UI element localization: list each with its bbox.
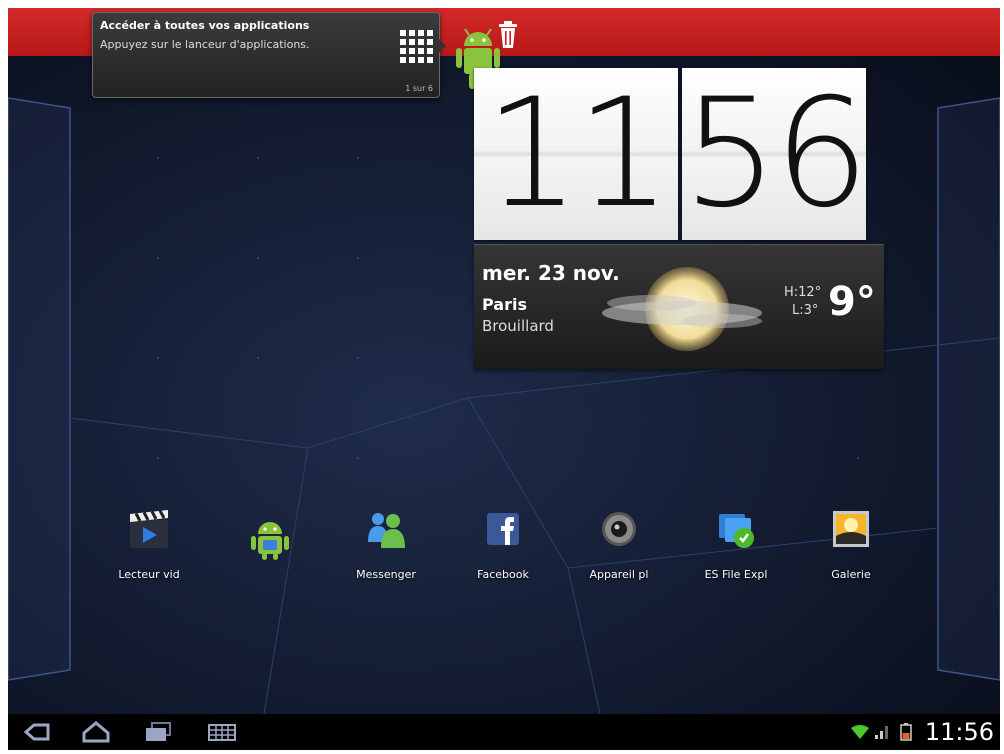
apps-launcher-tooltip: Accéder à toutes vos applications Appuye…	[92, 12, 446, 98]
app-label: Appareil pl	[589, 568, 649, 581]
app-grid-icon	[400, 30, 433, 63]
video-player-icon	[130, 509, 168, 548]
weather-city: Paris	[482, 295, 527, 314]
app-label: Galerie	[831, 568, 871, 581]
signal-icon	[875, 726, 888, 739]
app-label: Lecteur vid	[118, 568, 180, 581]
weather-condition: Brouillard	[482, 317, 554, 335]
status-clock: 11:56	[924, 718, 994, 746]
app-label: ES File Expl	[704, 568, 768, 581]
system-bar: 11:56	[8, 714, 1000, 750]
clock-weather-widget[interactable]: 11 56 mer. 23 nov. Paris Brouillard H:12…	[474, 68, 884, 376]
weather-panel: mer. 23 nov. Paris Brouillard H:12° L:3°…	[474, 244, 884, 369]
android-app-icon	[251, 522, 289, 560]
battery-icon	[900, 723, 912, 741]
clock-hours-card: 11	[474, 68, 678, 240]
keyboard-menu-icon[interactable]	[204, 720, 240, 744]
tooltip-page-indicator: 1 sur 6	[405, 84, 433, 93]
app-shortcut-facebook[interactable]: Facebook	[455, 508, 551, 581]
app-shortcut-es-file-explorer[interactable]: ES File Expl	[688, 508, 784, 581]
wifi-icon	[851, 725, 869, 739]
clock-minutes: 56	[682, 67, 870, 241]
tooltip-title: Accéder à toutes vos applications	[100, 19, 310, 32]
file-explorer-icon	[719, 514, 754, 548]
app-shortcut-video[interactable]: Lecteur vid	[101, 508, 197, 581]
back-icon[interactable]	[22, 720, 52, 744]
camera-icon	[602, 512, 636, 546]
home-icon[interactable]	[80, 720, 112, 744]
tooltip-arrow	[439, 39, 446, 53]
tablet-screen: Accéder à toutes vos applications Appuye…	[8, 8, 1000, 750]
app-shortcut-camera[interactable]: Appareil pl	[571, 508, 667, 581]
app-shortcut-messenger[interactable]: Messenger	[338, 508, 434, 581]
app-shortcut-android[interactable]	[222, 508, 318, 578]
facebook-icon	[487, 513, 519, 545]
app-label: Messenger	[356, 568, 416, 581]
tooltip-subtitle: Appuyez sur le lanceur d'applications.	[100, 38, 310, 51]
weather-date: mer. 23 nov.	[482, 261, 620, 285]
clock-minutes-card: 56	[682, 67, 870, 241]
home-shortcuts: Lecteur vid Messenger Facebook Appareil …	[8, 508, 1000, 588]
app-label: Facebook	[477, 568, 529, 581]
clock-hours: 11	[484, 67, 672, 241]
weather-temperature: 9°	[828, 279, 876, 325]
weather-high: H:12°	[784, 285, 822, 300]
app-shortcut-gallery[interactable]: Galerie	[803, 508, 899, 581]
gallery-icon	[833, 511, 869, 547]
recent-apps-icon[interactable]	[142, 720, 174, 744]
messenger-icon	[368, 513, 405, 548]
weather-low: L:3°	[792, 303, 819, 318]
